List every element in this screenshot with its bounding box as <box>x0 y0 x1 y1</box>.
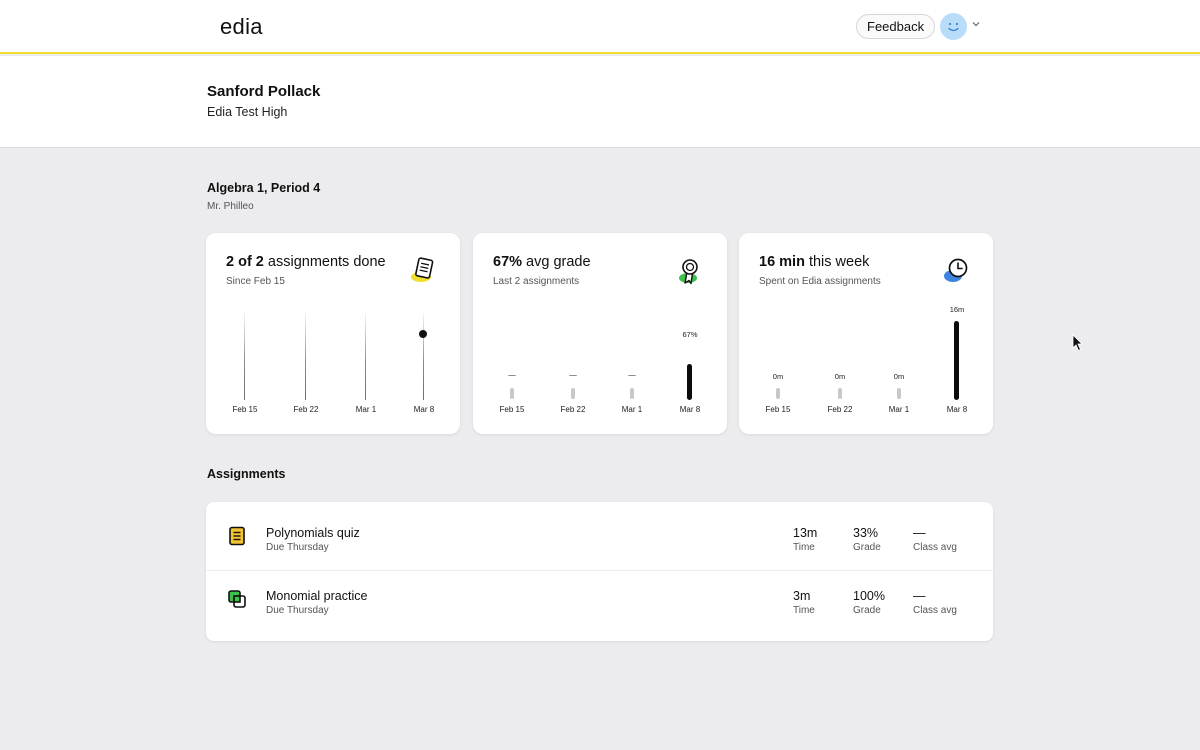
bar-value-label: 0m <box>772 372 784 381</box>
bar-value-label: 16m <box>949 305 965 314</box>
assignment-title[interactable]: Polynomials quiz <box>266 526 360 540</box>
user-avatar[interactable] <box>940 13 967 40</box>
assignments-list: Polynomials quiz Due Thursday 13m Time 3… <box>206 502 993 641</box>
chart-line-feb22 <box>305 309 306 400</box>
x-tick-label: Mar 8 <box>413 405 435 414</box>
grade-value: 33% <box>853 526 879 540</box>
practice-icon <box>228 590 246 608</box>
chart-line-mar1 <box>365 309 366 400</box>
student-name: Sanford Pollack <box>207 83 321 100</box>
headline-text: avg grade <box>522 254 591 270</box>
card-subtitle: Spent on Edia assignments <box>759 276 881 287</box>
chevron-down-icon[interactable] <box>971 19 981 29</box>
card-headline: 67% avg grade <box>493 254 591 270</box>
grade-label: Grade <box>853 542 881 553</box>
teacher-name: Mr. Philleo <box>207 201 254 212</box>
empty-bar <box>897 388 901 399</box>
empty-bar <box>838 388 842 399</box>
empty-bar <box>510 388 514 399</box>
top-bar: edia Feedback <box>0 0 1200 54</box>
time-value: 3m <box>793 589 811 603</box>
time-spent-card: 16 min this week Spent on Edia assignmen… <box>739 233 993 434</box>
x-tick-label: Feb 15 <box>765 405 791 414</box>
headline-value: 16 min <box>759 254 805 270</box>
assignments-done-card: 2 of 2 assignments done Since Feb 15 Feb… <box>206 233 460 434</box>
x-tick-label: Feb 15 <box>232 405 258 414</box>
empty-bar <box>776 388 780 399</box>
bar-value-label: 0m <box>893 372 905 381</box>
x-tick-label: Feb 22 <box>560 405 586 414</box>
time-label: Time <box>793 542 815 553</box>
time-bar <box>954 321 959 400</box>
card-headline: 2 of 2 assignments done <box>226 254 386 270</box>
assignment-row[interactable]: Monomial practice Due Thursday 3m Time 1… <box>206 571 993 640</box>
edia-logo[interactable]: edia <box>220 14 263 40</box>
headline-text: assignments done <box>263 254 386 270</box>
x-tick-label: Feb 22 <box>827 405 853 414</box>
x-tick-label: Mar 8 <box>946 405 968 414</box>
class-avg-label: Class avg <box>913 605 957 616</box>
x-tick-label: Feb 15 <box>499 405 525 414</box>
grade-bar <box>687 364 692 400</box>
class-avg-value: — <box>913 526 926 540</box>
assignment-row[interactable]: Polynomials quiz Due Thursday 13m Time 3… <box>206 502 993 571</box>
grade-value: 100% <box>853 589 885 603</box>
bar-value-label: — <box>508 370 516 379</box>
student-header: Sanford Pollack Edia Test High <box>0 56 1200 148</box>
assignment-title[interactable]: Monomial practice <box>266 589 367 603</box>
bar-value-label: 67% <box>682 330 698 339</box>
chart-line-feb15 <box>244 309 245 400</box>
grade-label: Grade <box>853 605 881 616</box>
card-headline: 16 min this week <box>759 254 869 270</box>
x-tick-label: Mar 8 <box>679 405 701 414</box>
class-avg-value: — <box>913 589 926 603</box>
x-tick-label: Mar 1 <box>355 405 377 414</box>
bar-value-label: — <box>569 370 577 379</box>
time-label: Time <box>793 605 815 616</box>
headline-value: 67% <box>493 254 523 270</box>
clock-icon <box>944 258 968 282</box>
headline-value: 2 of 2 <box>226 254 264 270</box>
award-ribbon-icon <box>679 259 698 285</box>
class-avg-label: Class avg <box>913 542 957 553</box>
empty-bar <box>630 388 634 399</box>
mouse-cursor-icon <box>1072 334 1083 352</box>
card-subtitle: Last 2 assignments <box>493 276 580 287</box>
x-tick-label: Mar 1 <box>888 405 910 414</box>
assignment-due: Due Thursday <box>266 542 329 553</box>
smiley-face-icon <box>948 22 959 32</box>
assignments-heading: Assignments <box>207 467 286 481</box>
x-tick-label: Mar 1 <box>621 405 643 414</box>
class-title: Algebra 1, Period 4 <box>207 181 321 195</box>
x-tick-label: Feb 22 <box>293 405 319 414</box>
time-value: 13m <box>793 526 818 540</box>
empty-bar <box>571 388 575 399</box>
headline-text: this week <box>804 254 870 270</box>
bar-value-label: — <box>628 370 636 379</box>
quiz-icon <box>229 526 245 546</box>
avg-grade-card: 67% avg grade Last 2 assignments — — — 6… <box>473 233 727 434</box>
completed-dot <box>419 330 427 338</box>
bar-value-label: 0m <box>834 372 846 381</box>
chart-line-mar8 <box>423 309 424 400</box>
feedback-button[interactable]: Feedback <box>856 14 936 39</box>
assignment-due: Due Thursday <box>266 605 329 616</box>
card-subtitle: Since Feb 15 <box>226 276 285 287</box>
assignment-icon <box>411 257 434 282</box>
school-name: Edia Test High <box>207 105 288 119</box>
